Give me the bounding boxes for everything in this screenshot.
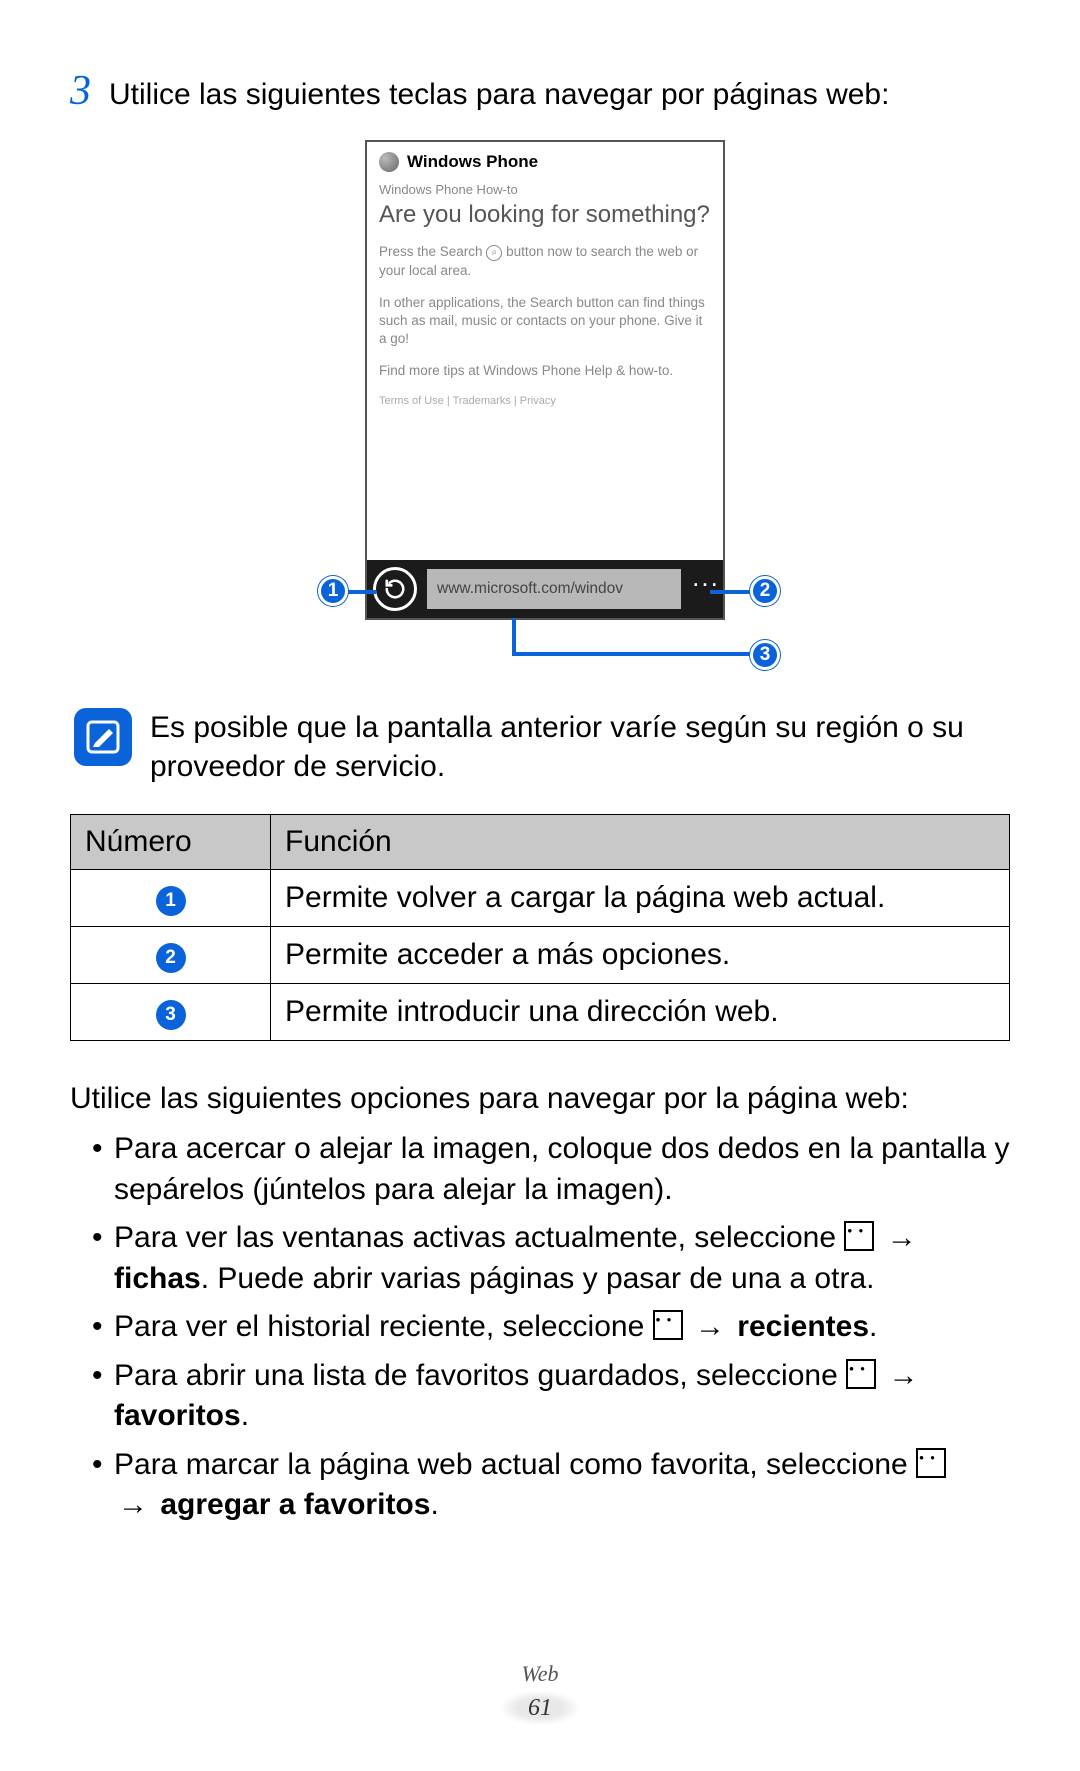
footer-page-number: 61 (500, 1691, 580, 1725)
callout-lead-3h (512, 652, 752, 656)
phone-paragraph-2: In other applications, the Search button… (379, 294, 711, 349)
more-options-icon: ● ● ● (846, 1359, 876, 1389)
phone-subtitle: Windows Phone How-to (379, 182, 711, 197)
table-header-function: Función (271, 814, 1010, 869)
bold-fichas: fichas (114, 1262, 201, 1295)
options-intro: Utilice las siguientes opciones para nav… (70, 1079, 1010, 1120)
bold-agregar-favoritos: agregar a favoritos (160, 1488, 430, 1521)
callout-badge-2: 2 (750, 576, 780, 606)
arrow-icon: → (884, 1356, 922, 1397)
more-options-icon: ● ● ● (653, 1310, 683, 1340)
arrow-icon: → (883, 1218, 921, 1259)
callout-lead-1 (348, 590, 376, 594)
note-icon (74, 708, 132, 766)
windows-logo-icon (379, 152, 399, 172)
phone-paragraph-3: Find more tips at Windows Phone Help & h… (379, 362, 711, 380)
phone-heading: Are you looking for something? (379, 201, 711, 230)
callout-lead-3v (512, 618, 516, 656)
step-number: 3 (70, 70, 91, 112)
row-badge-1: 1 (156, 886, 186, 916)
phone-brand-text: Windows Phone (407, 152, 538, 172)
table-header-number: Número (71, 814, 271, 869)
callout-badge-3: 3 (750, 640, 780, 670)
manual-page: 3 Utilice las siguientes teclas para nav… (0, 0, 1080, 1771)
bold-recientes: recientes (737, 1310, 869, 1343)
row-func-1: Permite volver a cargar la página web ac… (271, 869, 1010, 926)
more-options-icon: ● ● ● (844, 1221, 874, 1251)
list-item: Para acercar o alejar la imagen, coloque… (92, 1129, 1010, 1210)
phone-frame: Windows Phone Windows Phone How-to Are y… (365, 140, 725, 620)
search-icon: ⌕ (486, 245, 502, 261)
phone-content: Windows Phone Windows Phone How-to Are y… (367, 142, 723, 562)
more-options-icon: ● ● ● (916, 1448, 946, 1478)
phone-browser-bar: www.microsoft.com/windov ... (367, 560, 723, 618)
phone-paragraph-1: Press the Search ⌕ button now to search … (379, 243, 711, 279)
callout-badge-1: 1 (318, 576, 348, 606)
url-bar: www.microsoft.com/windov (427, 569, 681, 609)
row-badge-2: 2 (156, 943, 186, 973)
row-badge-3: 3 (156, 1000, 186, 1030)
phone-brand-row: Windows Phone (379, 152, 711, 172)
list-item: Para abrir una lista de favoritos guarda… (92, 1356, 1010, 1437)
list-item: Para ver el historial reciente, seleccio… (92, 1307, 1010, 1348)
phone-legal: Terms of Use | Trademarks | Privacy (379, 395, 711, 407)
table-row: 3 Permite introducir una dirección web. (71, 983, 1010, 1040)
phone-illustration: Windows Phone Windows Phone How-to Are y… (70, 140, 1010, 680)
note-row: Es posible que la pantalla anterior varí… (74, 708, 1010, 786)
note-text: Es posible que la pantalla anterior varí… (150, 708, 1010, 786)
table-row: 1 Permite volver a cargar la página web … (71, 869, 1010, 926)
list-item: Para ver las ventanas activas actualment… (92, 1218, 1010, 1299)
options-list: Para acercar o alejar la imagen, coloque… (70, 1129, 1010, 1526)
table-row: 2 Permite acceder a más opciones. (71, 926, 1010, 983)
arrow-icon: → (114, 1485, 152, 1526)
more-icon: ... (689, 572, 723, 604)
row-func-3: Permite introducir una dirección web. (271, 983, 1010, 1040)
step-line: 3 Utilice las siguientes teclas para nav… (70, 70, 1010, 114)
list-item: Para marcar la página web actual como fa… (92, 1445, 1010, 1526)
arrow-icon: → (691, 1307, 729, 1348)
function-table: Número Función 1 Permite volver a cargar… (70, 814, 1010, 1041)
page-footer: Web 61 (0, 1661, 1080, 1725)
refresh-icon (373, 567, 417, 611)
footer-section: Web (0, 1661, 1080, 1687)
callout-lead-2 (710, 590, 752, 594)
bold-favoritos: favoritos (114, 1399, 241, 1432)
row-func-2: Permite acceder a más opciones. (271, 926, 1010, 983)
step-text: Utilice las siguientes teclas para naveg… (109, 76, 889, 114)
